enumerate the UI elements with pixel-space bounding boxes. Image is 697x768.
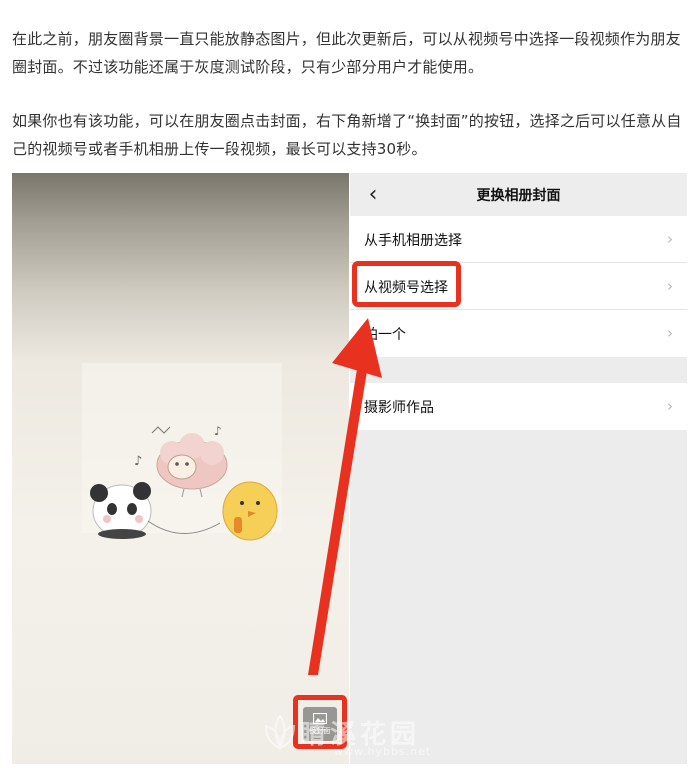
menu-item-label: 拍一个 bbox=[364, 327, 406, 343]
moments-cover-preview: ♪ ♪ 换封面 bbox=[12, 173, 349, 764]
menu-item-phone-album[interactable]: 从手机相册选择 › bbox=[350, 216, 687, 263]
menu-item-photographer-works[interactable]: 摄影师作品 › bbox=[350, 383, 687, 430]
embedded-screenshot: ♪ ♪ 换封面 ‹ 更换相册封面 从手机相册选择 › 从视频号选择 › 拍一个 … bbox=[12, 173, 687, 764]
chevron-right-icon: › bbox=[667, 230, 673, 248]
chick-icon bbox=[222, 481, 278, 541]
chevron-right-icon: › bbox=[667, 324, 673, 342]
svg-text:♪: ♪ bbox=[214, 424, 222, 438]
illustration-animals: ♪ ♪ bbox=[82, 363, 282, 541]
watermark-url: www.hybbs.net bbox=[334, 745, 432, 758]
chevron-right-icon: › bbox=[667, 277, 673, 295]
menu-item-label: 从手机相册选择 bbox=[364, 233, 462, 249]
menu-item-take-one[interactable]: 拍一个 › bbox=[350, 310, 687, 357]
chevron-right-icon: › bbox=[667, 397, 673, 415]
highlight-box-channels bbox=[352, 261, 461, 307]
menu-group-photographer: 摄影师作品 › bbox=[350, 383, 687, 430]
menu-item-label: 摄影师作品 bbox=[364, 400, 434, 416]
page-title: 更换相册封面 bbox=[476, 188, 561, 204]
svg-text:♪: ♪ bbox=[134, 454, 142, 469]
article-paragraph-2: 如果你也有该功能，可以在朋友圈点击封面，右下角新增了“换封面”的按钮，选择之后可… bbox=[12, 112, 682, 158]
article-paragraph-1: 在此之前，朋友圈背景一直只能放静态图片，但此次更新后，可以从视频号中选择一段视频… bbox=[12, 30, 681, 76]
nav-bar: ‹ 更换相册封面 bbox=[350, 173, 687, 216]
lotus-logo-icon bbox=[264, 714, 296, 751]
